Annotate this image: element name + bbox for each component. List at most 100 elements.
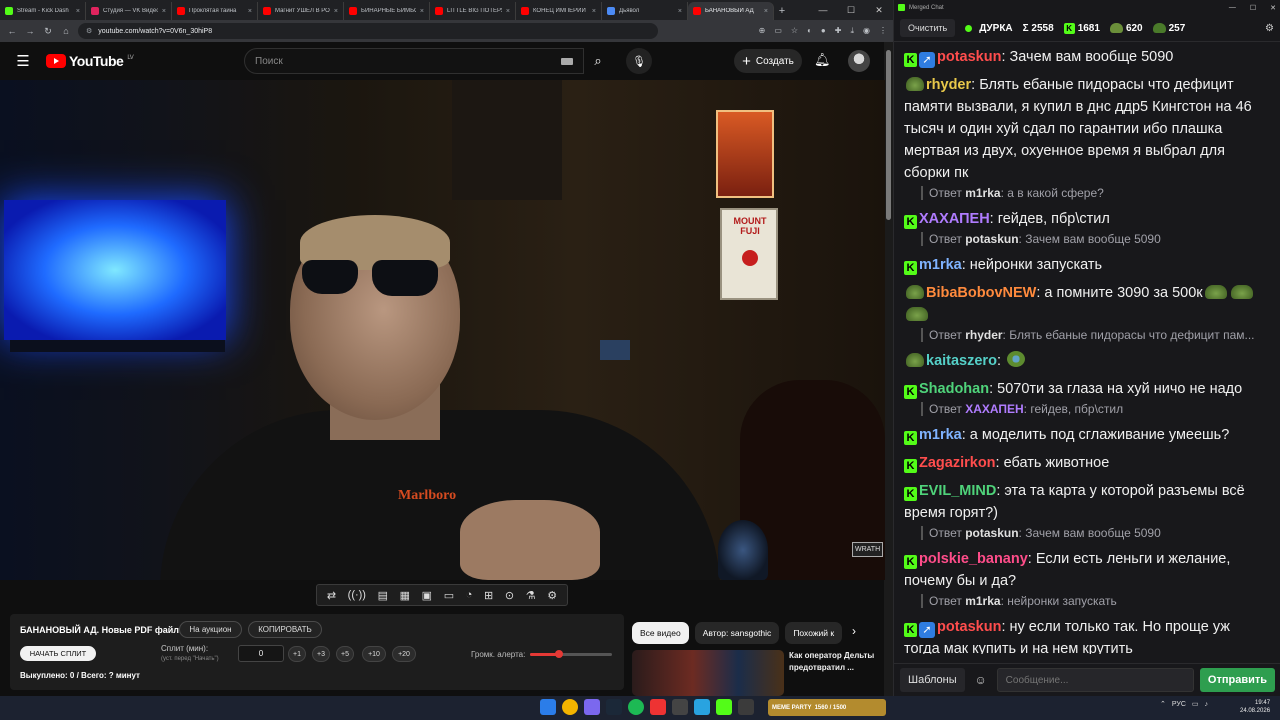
tab-close-icon[interactable]: × bbox=[592, 8, 596, 15]
chat-username[interactable]: m1rka bbox=[919, 257, 962, 273]
browser-tab[interactable]: Stream - Kick Dash × bbox=[0, 2, 86, 20]
avatar[interactable] bbox=[848, 50, 870, 72]
player-tool-icon[interactable]: ⚙ bbox=[547, 589, 557, 602]
search-input[interactable]: Поиск bbox=[244, 48, 584, 74]
meme-party-widget[interactable]: MEME PARTY 1560 / 1500 bbox=[768, 699, 886, 716]
minimize-icon[interactable]: — bbox=[1229, 4, 1236, 12]
filter-chip[interactable]: Автор: sansgothic bbox=[694, 622, 780, 644]
player-tool-icon[interactable]: ⊙ bbox=[505, 589, 514, 602]
player-tool-icon[interactable]: ▤ bbox=[378, 589, 388, 602]
player-tool-icon[interactable]: ⊞ bbox=[484, 589, 493, 602]
create-button[interactable]: + Создать bbox=[734, 49, 802, 73]
extension-icon[interactable]: ● bbox=[821, 26, 826, 36]
app-icon[interactable] bbox=[672, 699, 688, 715]
chevron-up-icon[interactable]: ⌃ bbox=[1160, 700, 1166, 708]
player-tool-icon[interactable]: ⇄ bbox=[327, 589, 336, 602]
start-icon[interactable] bbox=[540, 699, 556, 715]
emoji-icon[interactable]: ☺ bbox=[971, 673, 991, 687]
step-button[interactable]: +5 bbox=[336, 646, 354, 662]
zoom-icon[interactable]: ⊕ bbox=[759, 26, 766, 36]
extension-icon[interactable]: ◐ bbox=[807, 26, 812, 36]
chat-username[interactable]: potaskun bbox=[937, 49, 1001, 65]
app-icon[interactable] bbox=[650, 699, 666, 715]
puzzle-icon[interactable]: ✚ bbox=[835, 26, 842, 36]
slider-knob[interactable] bbox=[554, 650, 563, 658]
reply-username[interactable]: rhyder bbox=[965, 328, 1002, 342]
tab-close-icon[interactable]: × bbox=[764, 8, 768, 15]
minimize-icon[interactable]: — bbox=[809, 5, 837, 15]
keyboard-icon[interactable] bbox=[561, 57, 573, 65]
start-split-button[interactable]: НАЧАТЬ СПЛИТ bbox=[20, 646, 96, 661]
reply-reference[interactable]: Ответ m1rka: а в какой сфере? bbox=[921, 186, 1256, 200]
alert-volume-slider[interactable] bbox=[530, 650, 612, 658]
chat-username[interactable]: BibaBobovNEW bbox=[926, 285, 1036, 301]
auction-button[interactable]: На аукцион bbox=[179, 621, 242, 638]
send-button[interactable]: Отправить bbox=[1199, 668, 1275, 692]
profile-icon[interactable]: ◉ bbox=[863, 26, 870, 36]
telegram-icon[interactable] bbox=[694, 699, 710, 715]
scrollbar-thumb[interactable] bbox=[886, 50, 891, 220]
split-minutes-input[interactable]: 0 bbox=[238, 645, 284, 662]
browser-tab[interactable]: Студия — VK Видео × bbox=[86, 2, 172, 20]
site-info-icon[interactable]: ⚙ bbox=[86, 27, 92, 35]
reply-reference[interactable]: Ответ potaskun: Зачем вам вообще 5090 bbox=[921, 526, 1256, 540]
player-tool-icon[interactable]: ▦ bbox=[400, 589, 410, 602]
player-tool-icon[interactable]: ▣ bbox=[422, 589, 432, 602]
browser-tab[interactable]: КОНЕЦ ИМПЕРИИ × bbox=[516, 2, 602, 20]
bookmark-icon[interactable]: ☆ bbox=[791, 26, 798, 36]
language-indicator[interactable]: РУС bbox=[1172, 701, 1186, 708]
tab-close-icon[interactable]: × bbox=[420, 8, 424, 15]
player-tool-icon[interactable]: ◔ bbox=[466, 589, 473, 601]
browser-tab[interactable]: LITTLE BIG ПОТЕРЯ × bbox=[430, 2, 516, 20]
reply-username[interactable]: m1rka bbox=[965, 594, 1000, 608]
steam-icon[interactable] bbox=[606, 699, 622, 715]
back-icon[interactable]: ← bbox=[6, 26, 18, 36]
browser-tab[interactable]: БИНАРНЫЕ БИМБО × bbox=[344, 2, 430, 20]
tab-close-icon[interactable]: × bbox=[248, 8, 252, 15]
video-thumbnail[interactable] bbox=[632, 650, 784, 696]
menu-icon[interactable]: ☰ bbox=[0, 52, 46, 70]
forward-icon[interactable]: → bbox=[24, 26, 36, 36]
chat-username[interactable]: Shadohan bbox=[919, 381, 989, 397]
kick-icon[interactable] bbox=[716, 699, 732, 715]
app-icon[interactable] bbox=[738, 699, 754, 715]
spotify-icon[interactable] bbox=[628, 699, 644, 715]
browser-tab[interactable]: БАНАНОВЫЙ АД × bbox=[688, 2, 774, 20]
filter-chip[interactable]: Похожий к bbox=[785, 622, 843, 644]
filter-chip[interactable]: Все видео bbox=[632, 622, 689, 644]
chat-username[interactable]: rhyder bbox=[926, 77, 971, 93]
close-icon[interactable]: ✕ bbox=[1270, 4, 1276, 12]
new-tab-button[interactable]: + bbox=[774, 2, 790, 20]
reply-username[interactable]: m1rka bbox=[965, 186, 1000, 200]
tab-close-icon[interactable]: × bbox=[76, 8, 80, 15]
cast-icon[interactable]: ▭ bbox=[774, 26, 782, 36]
video-player[interactable]: MOUNT FUJI Marlboro WRATH bbox=[0, 80, 885, 580]
step-button[interactable]: +1 bbox=[288, 646, 306, 662]
reload-icon[interactable]: ↻ bbox=[42, 26, 54, 37]
reply-username[interactable]: ХАХАПЕН bbox=[965, 402, 1023, 416]
notifications-icon[interactable]: 🔔︎ bbox=[814, 52, 831, 68]
download-icon[interactable]: ⤓ bbox=[850, 26, 854, 36]
chevron-right-icon[interactable]: › bbox=[852, 624, 856, 638]
close-icon[interactable]: ✕ bbox=[865, 5, 893, 16]
video-title[interactable]: Как оператор Дельты предотвратил ... bbox=[789, 650, 875, 674]
browser-tab[interactable]: Дьявол × bbox=[602, 2, 688, 20]
reply-reference[interactable]: Ответ m1rka: нейронки запускать bbox=[921, 594, 1256, 608]
chat-username[interactable]: kaitaszero bbox=[926, 353, 997, 369]
url-field[interactable]: ⚙ youtube.com/watch?v=0V6n_30hiP8 bbox=[78, 23, 658, 39]
clock[interactable]: 19:47 24.08.2026 bbox=[1240, 699, 1270, 715]
search-icon[interactable]: ⌕ bbox=[584, 48, 612, 74]
reply-reference[interactable]: Ответ ХАХАПЕН: гейдев, пбр\стил bbox=[921, 402, 1256, 416]
step-button[interactable]: +3 bbox=[312, 646, 330, 662]
discord-icon[interactable] bbox=[584, 699, 600, 715]
chat-username[interactable]: EVIL_MIND bbox=[919, 483, 996, 499]
copy-button[interactable]: КОПИРОВАТЬ bbox=[248, 621, 322, 638]
youtube-logo[interactable]: YouTube LV bbox=[46, 53, 134, 69]
reply-username[interactable]: potaskun bbox=[965, 526, 1018, 540]
maximize-icon[interactable]: ☐ bbox=[837, 5, 865, 16]
chat-username[interactable]: polskie_banany bbox=[919, 551, 1028, 567]
step-button[interactable]: +10 bbox=[362, 646, 386, 662]
microphone-icon[interactable]: 🎙︎ bbox=[626, 48, 652, 74]
tab-close-icon[interactable]: × bbox=[678, 8, 682, 15]
chat-username[interactable]: ХАХАПЕН bbox=[919, 211, 990, 227]
